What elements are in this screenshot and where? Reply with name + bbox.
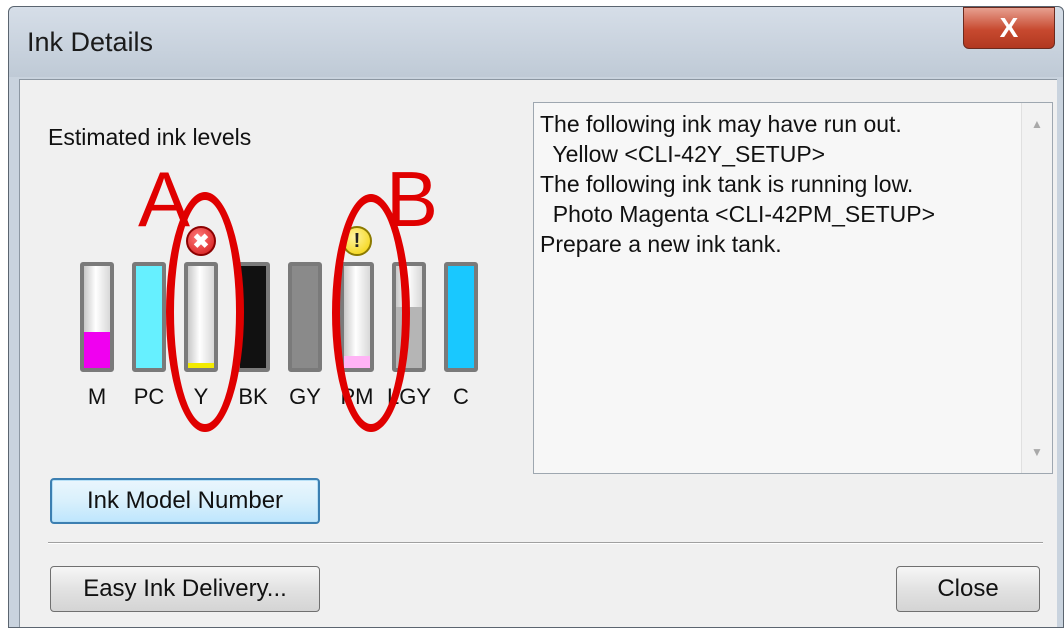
message-line: Yellow <CLI-42Y_SETUP> xyxy=(540,141,826,167)
scroll-down-arrow-icon[interactable]: ▼ xyxy=(1022,437,1052,467)
ink-tank-pc xyxy=(132,262,166,372)
message-line: Photo Magenta <CLI-42PM_SETUP> xyxy=(540,201,936,227)
ink-details-window: Ink Details X Estimated ink levels M PC Y ✖… xyxy=(8,6,1064,628)
scroll-up-arrow-icon[interactable]: ▲ xyxy=(1022,109,1052,139)
ink-tank-c xyxy=(444,262,478,372)
window-close-icon[interactable]: X xyxy=(963,7,1055,49)
status-message-text: The following ink may have run out. Yell… xyxy=(540,109,1018,259)
window-title: Ink Details xyxy=(27,27,154,57)
message-line: The following ink tank is running low. xyxy=(540,171,914,197)
annotation-letter-a: A xyxy=(138,155,191,243)
ink-tank-label: BK xyxy=(238,384,268,409)
ink-tank-m xyxy=(80,262,114,372)
ink-tank-label: M xyxy=(87,384,107,409)
ink-level-fill xyxy=(292,266,318,368)
title-bar: Ink Details X xyxy=(9,7,1063,77)
ink-tank-label: GY xyxy=(289,384,321,409)
close-button[interactable]: Close xyxy=(896,566,1040,612)
message-scrollbar[interactable]: ▲ ▼ xyxy=(1021,103,1052,473)
dialog-separator xyxy=(48,542,1043,544)
easy-ink-delivery-button[interactable]: Easy Ink Delivery... xyxy=(50,566,320,612)
ink-tank-label: PC xyxy=(133,384,165,409)
annotation-letter-b: B xyxy=(386,155,439,243)
ink-tank-label: C xyxy=(453,384,469,409)
dialog-client-area: Estimated ink levels M PC Y ✖ BK GY PM! LGY C A … xyxy=(19,79,1057,627)
estimated-ink-levels-label: Estimated ink levels xyxy=(48,124,252,150)
ink-tank-gy xyxy=(288,262,322,372)
status-message-box[interactable]: The following ink may have run out. Yell… xyxy=(533,102,1053,474)
ink-level-fill xyxy=(136,266,162,368)
ink-model-number-button[interactable]: Ink Model Number xyxy=(50,478,320,524)
message-line: Prepare a new ink tank. xyxy=(540,231,782,257)
ink-level-fill xyxy=(448,266,474,368)
ink-level-fill xyxy=(84,332,110,368)
message-line: The following ink may have run out. xyxy=(540,111,902,137)
